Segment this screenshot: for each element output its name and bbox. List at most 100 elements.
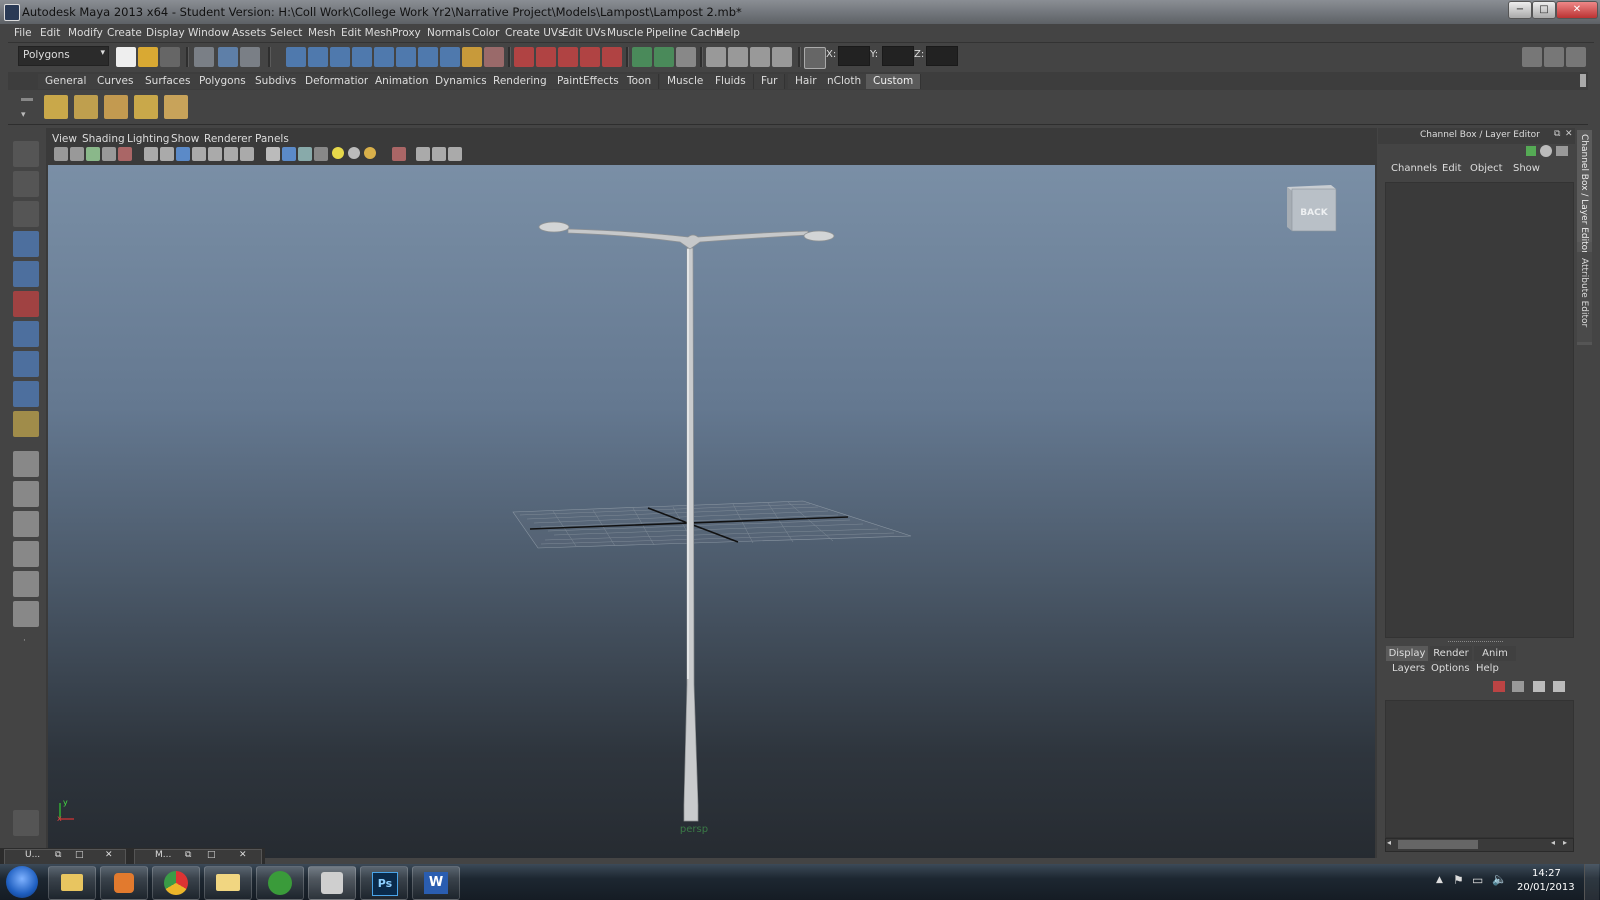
show-manipulator-icon[interactable] [13, 381, 39, 407]
volume-icon[interactable]: 🔈 [1492, 872, 1507, 886]
snap-to-curve-icon[interactable] [308, 47, 328, 67]
taskbar-word[interactable]: W [412, 866, 460, 900]
perspective-viewport[interactable]: BACK x y persp [48, 165, 1375, 858]
graph-editor-icon[interactable] [728, 47, 748, 67]
side-tab-attribute-editor[interactable]: Attribute Editor [1577, 252, 1592, 342]
resize-handle[interactable] [1448, 641, 1503, 644]
snap-mesh-icon[interactable] [418, 47, 438, 67]
camera-attributes-icon[interactable] [70, 147, 84, 161]
toggle-channel-box-icon[interactable] [1566, 47, 1586, 67]
persp-outliner-layout-icon[interactable] [13, 511, 39, 537]
shadows-icon[interactable] [364, 147, 376, 159]
taskbar-chrome[interactable] [152, 866, 200, 900]
shelf-tab-curves[interactable]: Curves [90, 74, 142, 89]
menu-modify[interactable]: Modify [68, 27, 103, 39]
layer-list-area[interactable] [1385, 700, 1574, 838]
shelf-tab-painteffects[interactable]: PaintEffects [550, 74, 627, 89]
layer-tab-display[interactable]: Display [1386, 646, 1428, 661]
action-center-flag-icon[interactable]: ⚑ [1453, 873, 1464, 887]
xray-components-icon[interactable] [448, 147, 462, 161]
safe-action-icon[interactable] [224, 147, 238, 161]
minimize-button[interactable]: − [1508, 1, 1532, 19]
xray-joints-icon[interactable] [432, 147, 446, 161]
shelf-tab-ncloth[interactable]: nCloth [820, 74, 870, 89]
xray-icon[interactable] [416, 147, 430, 161]
select-tool-icon[interactable] [13, 141, 39, 167]
channel-box-key-icon[interactable] [1526, 146, 1536, 156]
wireframe-on-shaded-icon[interactable] [298, 147, 312, 161]
layer-tab-anim[interactable]: Anim [1474, 646, 1516, 661]
scale-tool-icon[interactable] [13, 291, 39, 317]
outliner-icon[interactable] [706, 47, 726, 67]
hypershade-icon[interactable] [580, 47, 600, 67]
script-editor-icon[interactable] [13, 810, 39, 836]
render-settings-icon[interactable] [558, 47, 578, 67]
two-d-pan-zoom-icon[interactable] [118, 147, 132, 161]
menu-window[interactable]: Window [188, 27, 229, 39]
minimized-window-2[interactable]: M... ⧉ □ ✕ [134, 849, 262, 865]
shelf-tab-subdivs[interactable]: Subdivs [248, 74, 305, 89]
maximize-icon[interactable]: □ [75, 850, 84, 860]
close-icon[interactable]: ✕ [105, 850, 113, 860]
maximize-button[interactable]: □ [1532, 1, 1556, 19]
panel-menu-view[interactable]: View [52, 133, 77, 145]
maya-app-icon[interactable] [4, 4, 20, 21]
snap-to-view-plane-icon[interactable] [352, 47, 372, 67]
menu-assets[interactable]: Assets [232, 27, 266, 39]
quick-select-icon[interactable] [676, 47, 696, 67]
close-icon[interactable]: ✕ [239, 850, 247, 860]
wireframe-shading-icon[interactable] [266, 147, 280, 161]
shelf-tab-deformation[interactable]: Deformation [298, 74, 379, 89]
create-layer-from-selected-icon[interactable] [1553, 681, 1565, 692]
channel-list-area[interactable] [1385, 182, 1574, 638]
shelf-tab-fluids[interactable]: Fluids [708, 74, 754, 89]
menu-create-uvs[interactable]: Create UVs [505, 27, 564, 39]
menu-display[interactable]: Display [146, 27, 185, 39]
save-scene-icon[interactable] [160, 47, 180, 67]
make-live-icon[interactable] [374, 47, 394, 67]
help-icon[interactable] [440, 47, 460, 67]
render-current-frame-icon[interactable] [514, 47, 534, 67]
start-button[interactable] [6, 866, 38, 898]
render-view-icon[interactable] [602, 47, 622, 67]
select-by-object-icon[interactable] [218, 47, 238, 67]
channel-menu-edit[interactable]: Edit [1442, 163, 1461, 174]
persp-graph-layout-icon[interactable] [13, 541, 39, 567]
show-hidden-icons[interactable]: ▲ [1436, 875, 1443, 885]
panel-menu-show[interactable]: Show [171, 133, 199, 145]
channel-box-mode-icon[interactable] [1540, 145, 1552, 157]
shelf-tab-general[interactable]: General [38, 74, 95, 89]
taskbar-explorer[interactable] [48, 866, 96, 900]
y-field[interactable] [882, 46, 914, 66]
shelf-tab-animation[interactable]: Animation [368, 74, 437, 89]
camera-select-icon[interactable] [54, 147, 68, 161]
taskbar-utorrent[interactable] [256, 866, 304, 900]
close-panel-icon[interactable]: ✕ [1565, 129, 1573, 139]
minimized-window-1[interactable]: U... ⧉ □ ✕ [4, 849, 126, 865]
menu-edit-mesh[interactable]: Edit Mesh [341, 27, 392, 39]
input-line-icon[interactable] [632, 47, 652, 67]
restore-icon[interactable]: ⧉ [185, 850, 191, 860]
hypergraph-icon[interactable] [772, 47, 792, 67]
move-layer-down-icon[interactable] [1512, 681, 1524, 692]
panel-menu-lighting[interactable]: Lighting [127, 133, 169, 145]
persp-graph-hypergraph-layout-icon[interactable] [13, 601, 39, 627]
shelf-tab-muscle[interactable]: Muscle [660, 74, 712, 89]
transform-mode-icon[interactable] [804, 47, 826, 69]
select-by-component-icon[interactable] [240, 47, 260, 67]
bookmarks-icon[interactable] [86, 147, 100, 161]
last-tool-icon[interactable] [13, 411, 39, 437]
menu-proxy[interactable]: Proxy [392, 27, 421, 39]
soft-mod-tool-icon[interactable] [13, 351, 39, 377]
layer-menu-options[interactable]: Options [1431, 663, 1470, 674]
channel-menu-show[interactable]: Show [1513, 163, 1540, 174]
menu-color[interactable]: Color [472, 27, 499, 39]
menu-mesh[interactable]: Mesh [308, 27, 336, 39]
construction-history-icon[interactable] [484, 47, 504, 67]
film-gate-icon[interactable] [160, 147, 174, 161]
z-field[interactable] [926, 46, 958, 66]
shelf-tab-fur[interactable]: Fur [754, 74, 786, 89]
menu-file[interactable]: File [14, 27, 32, 39]
scroll-left-end-icon[interactable]: ◂ [1551, 838, 1555, 847]
rename-icon[interactable] [654, 47, 674, 67]
